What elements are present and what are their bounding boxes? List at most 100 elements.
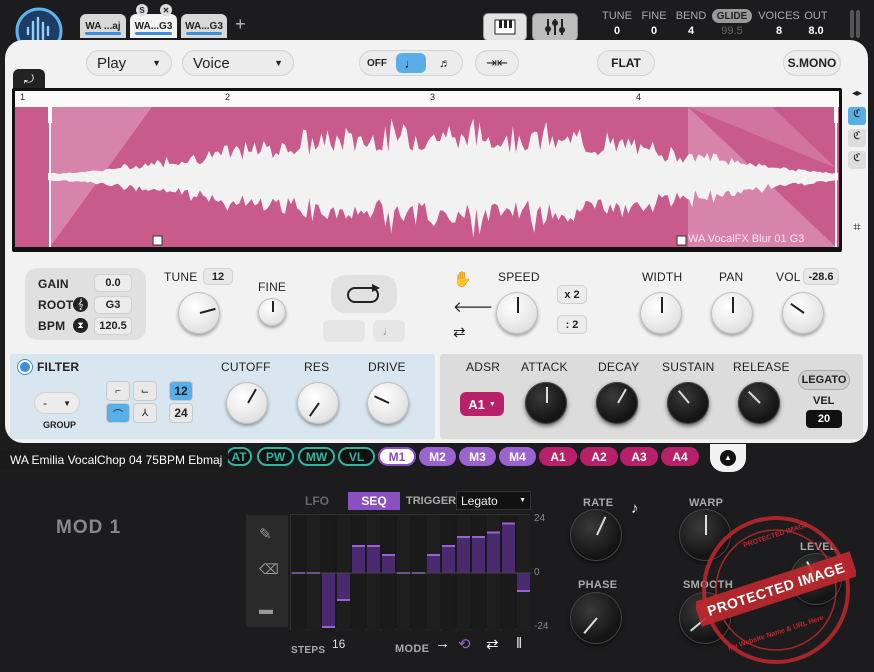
add-tab-button[interactable]: + — [235, 14, 246, 35]
res-knob[interactable] — [297, 382, 339, 424]
view-mode-1-icon[interactable]: ℭ — [848, 107, 866, 125]
mod-tab-m2[interactable]: M2 — [419, 447, 456, 466]
mod-tab-at[interactable]: AT — [226, 447, 252, 466]
solo-badge[interactable]: S — [136, 4, 148, 16]
tune-value[interactable]: 12 — [203, 268, 233, 285]
voices-value[interactable]: 8 — [757, 25, 801, 37]
warp-knob[interactable] — [679, 509, 731, 561]
seq-step-bar[interactable] — [337, 573, 350, 600]
start-handle[interactable] — [48, 107, 52, 123]
sync-note-plus-button[interactable]: ♬ — [430, 53, 460, 73]
swap-arrows-icon[interactable]: ⇄ — [453, 323, 466, 341]
expand-arrows-icon[interactable]: ◂▸ — [846, 88, 868, 99]
fade-in-handle[interactable] — [152, 235, 163, 246]
level-knob[interactable] — [790, 553, 842, 605]
gain-value[interactable]: 0.0 — [94, 274, 132, 292]
reverse-button[interactable] — [323, 320, 365, 342]
seq-step-bar[interactable] — [457, 537, 470, 573]
seq-step-bar[interactable] — [352, 546, 365, 573]
bandpass-button[interactable]: ⌒ — [106, 403, 130, 423]
vol-knob[interactable] — [782, 292, 824, 334]
trigger-select[interactable]: Legato ▼ — [456, 491, 531, 510]
filter-type-select[interactable]: - ▼ — [34, 392, 80, 414]
attack-knob[interactable] — [525, 382, 567, 424]
mod-tab-a2[interactable]: A2 — [580, 447, 618, 466]
seq-step-bar[interactable] — [442, 546, 455, 573]
mode-pause-icon[interactable]: ‖ — [516, 635, 522, 652]
mod-tab-a1[interactable]: A1 — [539, 447, 577, 466]
collapse-panel-button[interactable]: ▲ — [710, 444, 746, 472]
mixer-view-button[interactable] — [532, 13, 578, 41]
mod-tab-pw[interactable]: PW — [257, 447, 294, 466]
cutoff-knob[interactable] — [226, 382, 268, 424]
mod-tab-mw[interactable]: MW — [298, 447, 335, 466]
seq-step-bar[interactable] — [322, 573, 335, 627]
glide-value[interactable]: 99.5 — [712, 25, 752, 37]
pencil-icon[interactable]: ✎ — [259, 525, 272, 543]
vel-value[interactable]: 20 — [806, 410, 842, 428]
slope-24-button[interactable]: 24 — [169, 403, 193, 423]
seq-step-bar[interactable] — [517, 573, 530, 591]
phase-knob[interactable] — [570, 592, 622, 644]
lfo-tab[interactable]: LFO — [305, 494, 329, 508]
close-tab-icon[interactable]: ✕ — [160, 4, 172, 16]
bend-header-value[interactable]: 4 — [671, 25, 711, 37]
fine-knob[interactable] — [258, 298, 286, 326]
smono-button[interactable]: S.MONO — [783, 50, 841, 76]
tune-header-value[interactable]: 0 — [597, 25, 637, 37]
adsr-source-select[interactable]: A1 ▼ — [460, 392, 504, 416]
pan-knob[interactable] — [711, 292, 753, 334]
release-knob[interactable] — [738, 382, 780, 424]
seq-step-bar[interactable] — [367, 546, 380, 573]
fade-out-handle[interactable] — [676, 235, 687, 246]
mode-forward-icon[interactable]: → — [435, 635, 450, 652]
glide-toggle[interactable]: GLIDE — [712, 9, 752, 23]
end-handle[interactable] — [834, 107, 838, 123]
sync-note-icon[interactable]: ♪ — [631, 500, 639, 517]
mod-tab-vl[interactable]: VL — [338, 447, 375, 466]
mode-loop-icon[interactable]: ⟲ — [458, 635, 471, 653]
width-knob[interactable] — [640, 292, 682, 334]
mod-tab-a4[interactable]: A4 — [661, 447, 699, 466]
waveform-display[interactable]: 1 2 3 4 WA VocalFX Blur 01 G3 — [12, 88, 842, 252]
view-mode-3-icon[interactable]: ℭ — [848, 151, 866, 169]
out-value[interactable]: 8.0 — [796, 25, 836, 37]
folder-icon[interactable]: ▬ — [259, 601, 273, 617]
eraser-icon[interactable]: ⌫ — [259, 561, 279, 578]
seq-step-bar[interactable] — [427, 555, 440, 573]
sustain-knob[interactable] — [667, 382, 709, 424]
mod-tab-m1[interactable]: M1 — [378, 447, 416, 466]
hand-icon[interactable]: ✋ — [453, 270, 472, 288]
mod-tab-a3[interactable]: A3 — [620, 447, 658, 466]
rate-knob[interactable] — [570, 509, 622, 561]
step-sequencer[interactable] — [290, 514, 531, 631]
loop-toggle-icon[interactable]: ⤾ — [13, 69, 45, 89]
snap-button[interactable]: ⇥⇤ — [475, 50, 519, 76]
sync-off-button[interactable]: OFF — [362, 53, 392, 73]
speed-knob[interactable] — [496, 292, 538, 334]
sync-note-button[interactable]: ♩ — [396, 53, 426, 73]
steps-value[interactable]: 16 — [332, 637, 345, 651]
bpm-value[interactable]: 120.5 — [94, 317, 132, 335]
legato-button[interactable]: LEGATO — [798, 370, 850, 390]
arrow-left-icon[interactable]: 🡐 — [453, 297, 493, 316]
mode-pingpong-icon[interactable]: ⇄ — [486, 635, 499, 653]
note-trigger-button[interactable]: ♩ — [373, 320, 405, 342]
view-mode-2-icon[interactable]: ℭ — [848, 129, 866, 147]
seq-step-bar[interactable] — [487, 532, 500, 574]
seq-tab[interactable]: SEQ — [348, 492, 400, 510]
loop-mode-button[interactable] — [331, 275, 397, 313]
flat-button[interactable]: FLAT — [597, 50, 655, 76]
root-value[interactable]: G3 — [94, 296, 132, 314]
seq-step-bar[interactable] — [382, 555, 395, 573]
voice-mode-select[interactable]: Voice ▼ — [182, 50, 294, 76]
fine-header-value[interactable]: 0 — [634, 25, 674, 37]
drive-knob[interactable] — [367, 382, 409, 424]
mod-tab-m3[interactable]: M3 — [459, 447, 496, 466]
highpass-button[interactable]: ⌙ — [133, 381, 157, 401]
seq-step-bar[interactable] — [502, 523, 515, 574]
decay-knob[interactable] — [596, 382, 638, 424]
vol-value[interactable]: -28.6 — [803, 268, 839, 285]
play-mode-select[interactable]: Play ▼ — [86, 50, 172, 76]
lowpass-button[interactable]: ⌐ — [106, 381, 130, 401]
